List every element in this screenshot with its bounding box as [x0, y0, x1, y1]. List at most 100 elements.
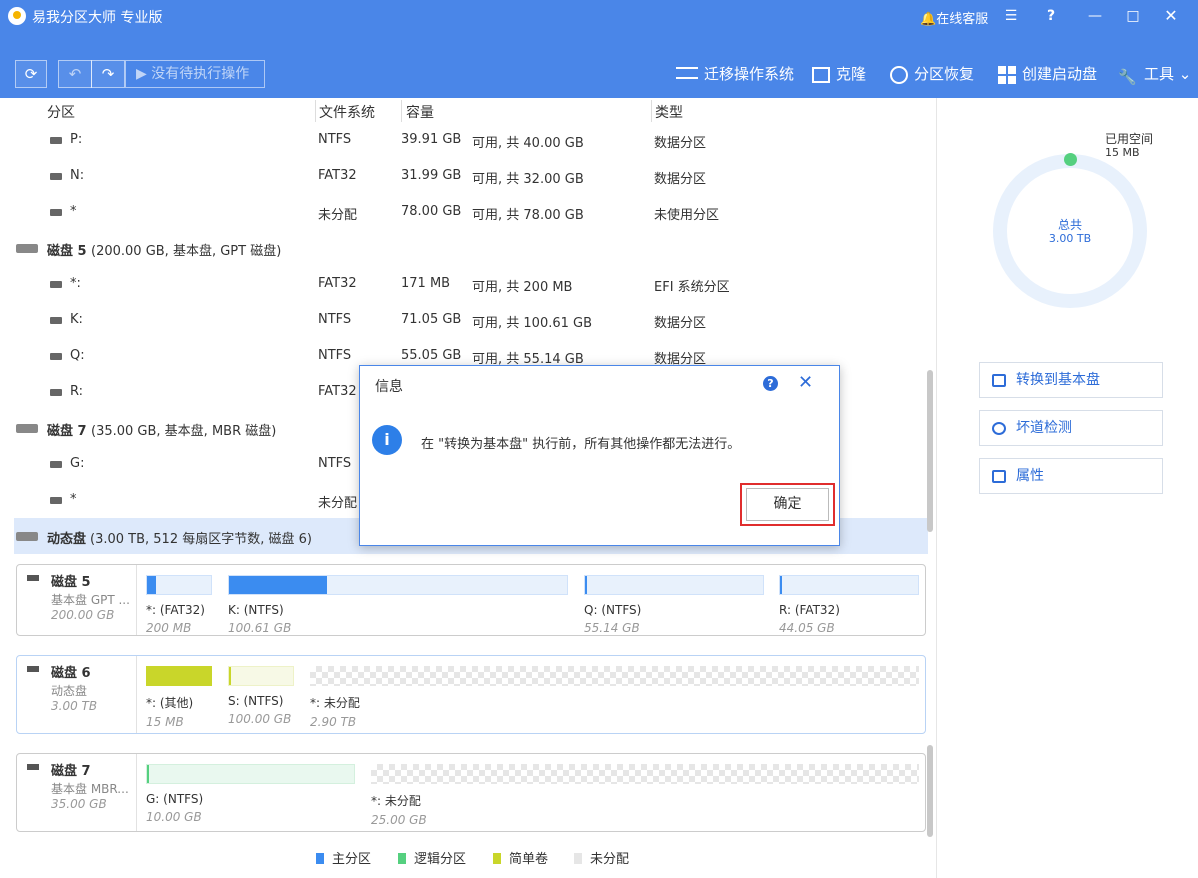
partition-bar[interactable] [146, 764, 355, 784]
disk-map-type: 动态盘 [51, 684, 88, 698]
partition-row[interactable]: K: NTFS 71.05 GB 可用, 共 100.61 GB 数据分区 [0, 302, 930, 338]
disk-map-label: 磁盘 6 动态盘 3.00 TB [17, 656, 137, 733]
partition-fs: NTFS [318, 132, 352, 147]
used-space-value: 15 MB [1105, 146, 1140, 159]
col-header-partition[interactable]: 分区 [47, 102, 75, 122]
app-logo-icon [8, 7, 26, 25]
minimize-icon[interactable]: — [1084, 6, 1106, 26]
col-header-fs[interactable]: 文件系统 [319, 102, 375, 122]
partition-bar[interactable] [310, 666, 919, 686]
dialog-message: 在 "转换为基本盘" 执行前，所有其他操作都无法进行。 [421, 437, 741, 452]
disk-map-label: 磁盘 5 基本盘 GPT ... 200.00 GB [17, 565, 137, 635]
clone-button[interactable]: 克隆 [812, 62, 866, 86]
disk-detail: (200.00 GB, 基本盘, GPT 磁盘) [91, 244, 282, 259]
migrate-os-button[interactable]: 迁移操作系统 [676, 62, 794, 86]
partition-bar[interactable] [146, 575, 212, 595]
disk-detail: (35.00 GB, 基本盘, MBR 磁盘) [91, 424, 277, 439]
volume-icon [50, 353, 62, 360]
volume-icon [50, 173, 62, 180]
refresh-button[interactable]: ⟳ [15, 60, 47, 88]
maximize-icon[interactable]: □ [1122, 6, 1144, 26]
partition-fs: FAT32 [318, 384, 357, 399]
help-icon[interactable]: ? [1040, 6, 1062, 26]
partition-size: 100.61 GB [228, 621, 292, 635]
partition-used: 71.05 GB [401, 312, 462, 327]
disk-row[interactable]: 磁盘 5 (200.00 GB, 基本盘, GPT 磁盘) [14, 230, 928, 266]
partition-size: 100.00 GB [228, 712, 292, 726]
legend-item: 主分区 [316, 848, 371, 867]
online-service-button[interactable]: 🔔在线客服 [920, 8, 988, 27]
partition-size: 44.05 GB [779, 621, 835, 635]
partition-block[interactable]: G: (NTFS) 10.00 GB [146, 764, 355, 824]
partition-fs: 未分配 [318, 496, 358, 511]
disk-map[interactable]: 磁盘 5 基本盘 GPT ... 200.00 GB *: (FAT32) 200 MB… [16, 564, 926, 636]
partition-block[interactable]: Q: (NTFS) 55.14 GB [584, 575, 764, 635]
partition-bar[interactable] [228, 575, 568, 595]
help-icon[interactable]: ? [763, 376, 778, 391]
partition-block[interactable]: R: (FAT32) 44.05 GB [779, 575, 919, 635]
partition-capacity: 可用, 共 40.00 GB [472, 136, 584, 151]
col-header-capacity[interactable]: 容量 [406, 102, 434, 122]
partition-size: 55.14 GB [584, 621, 640, 635]
tools-menu-button[interactable]: 🔧 工具 ⌄ [1118, 62, 1191, 86]
scrollbar-thumb[interactable] [927, 370, 933, 532]
partition-bar[interactable] [779, 575, 919, 595]
close-icon[interactable]: ✕ [1160, 6, 1182, 26]
partition-block[interactable]: *: (其他) 15 MB [146, 666, 212, 729]
partition-type: EFI 系统分区 [654, 280, 730, 295]
disk-map-size: 200.00 GB [51, 608, 115, 622]
partition-row[interactable]: P: NTFS 39.91 GB 可用, 共 40.00 GB 数据分区 [0, 122, 930, 158]
total-label: 总共 [1057, 218, 1082, 232]
partition-bar[interactable] [228, 666, 294, 686]
disk-map[interactable]: 磁盘 7 基本盘 MBR... 35.00 GB G: (NTFS) 10.00 GB *… [16, 753, 926, 832]
disk-map[interactable]: 磁盘 6 动态盘 3.00 TB *: (其他) 15 MB S: (NTFS) 100.0… [16, 655, 926, 734]
surface-test-icon [992, 422, 1006, 435]
partition-name: P: [70, 132, 83, 147]
partition-row[interactable]: * 未分配 78.00 GB 可用, 共 78.00 GB 未使用分区 [0, 194, 930, 230]
partition-used: 31.99 GB [401, 168, 462, 183]
close-icon[interactable]: ✕ [798, 372, 813, 393]
disk-map-name: 磁盘 7 [51, 764, 91, 779]
partition-row[interactable]: *: FAT32 171 MB 可用, 共 200 MB EFI 系统分区 [0, 266, 930, 302]
partition-used-fill [229, 667, 231, 685]
convert-to-basic-button[interactable]: 转换到基本盘 [979, 362, 1163, 398]
bad-sector-check-button[interactable]: 坏道检测 [979, 410, 1163, 446]
partition-block[interactable]: S: (NTFS) 100.00 GB [228, 666, 294, 726]
partition-name: Q: [70, 348, 85, 363]
partition-block[interactable]: *: 未分配 2.90 TB [310, 666, 919, 729]
ok-button[interactable]: 确定 [746, 488, 829, 521]
refresh-icon: ⟳ [24, 65, 38, 83]
legend-swatch [398, 853, 406, 864]
undo-button[interactable]: ↶ [58, 60, 92, 88]
partition-block[interactable]: K: (NTFS) 100.61 GB [228, 575, 568, 635]
chevron-down-icon: ⌄ [1178, 65, 1192, 83]
col-header-type[interactable]: 类型 [655, 102, 683, 122]
partition-bar[interactable] [584, 575, 764, 595]
legend-item: 逻辑分区 [398, 848, 466, 867]
windows-icon [998, 65, 1016, 84]
disk-icon [16, 532, 38, 541]
partition-recovery-button[interactable]: 分区恢复 [890, 62, 974, 86]
partition-bar[interactable] [146, 666, 212, 686]
partition-bar[interactable] [371, 764, 919, 784]
partition-fs: 未分配 [318, 208, 358, 223]
partition-name: G: [70, 456, 85, 471]
create-boot-disk-button[interactable]: 创建启动盘 [998, 62, 1097, 86]
legend-item: 简单卷 [493, 848, 548, 867]
partition-row[interactable]: N: FAT32 31.99 GB 可用, 共 32.00 GB 数据分区 [0, 158, 930, 194]
partition-fs: NTFS [318, 348, 352, 363]
disk-map-type: 基本盘 MBR... [51, 782, 129, 796]
scrollbar-thumb[interactable] [927, 745, 933, 837]
apply-pending-button[interactable]: ▶ 没有待执行操作 [125, 60, 265, 88]
convert-icon [992, 374, 1006, 387]
properties-button[interactable]: 属性 [979, 458, 1163, 494]
redo-button[interactable]: ↷ [91, 60, 125, 88]
partition-block[interactable]: *: (FAT32) 200 MB [146, 575, 212, 635]
disk-map-name: 磁盘 5 [51, 575, 91, 590]
app-title: 易我分区大师 专业版 [32, 10, 163, 26]
partition-used-fill [585, 576, 587, 594]
partition-block[interactable]: *: 未分配 25.00 GB [371, 764, 919, 827]
partition-size: 25.00 GB [371, 813, 427, 827]
menu-icon[interactable]: ☰ [1000, 6, 1022, 26]
partition-used: 39.91 GB [401, 132, 462, 147]
